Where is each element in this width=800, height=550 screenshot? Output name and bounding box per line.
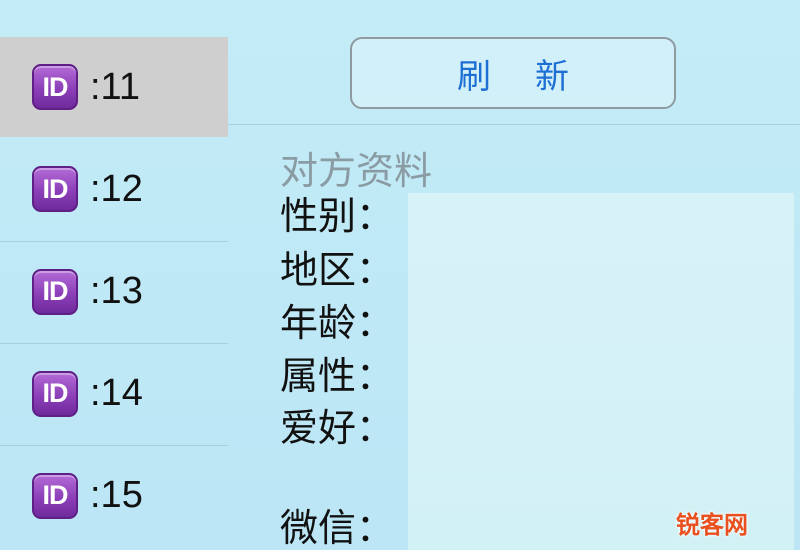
id-badge-icon: ID: [32, 370, 78, 417]
sidebar-item-label: :15: [90, 474, 143, 516]
sidebar-item-12[interactable]: ID :12: [0, 139, 228, 239]
field-label-gender: 性别：: [280, 194, 395, 238]
sidebar-item-label: :13: [90, 270, 143, 312]
id-sidebar: ID :11 ID :12 ID :13 ID :14 ID :15: [0, 0, 228, 550]
id-badge-icon: ID: [32, 268, 78, 315]
sidebar-item-label: :14: [90, 372, 143, 414]
field-label-attribute: 属性：: [280, 354, 395, 398]
sidebar-item-15[interactable]: ID :15: [0, 445, 228, 545]
sidebar-item-13[interactable]: ID :13: [0, 241, 228, 341]
id-badge-icon: ID: [32, 472, 78, 519]
sidebar-item-14[interactable]: ID :14: [0, 343, 228, 443]
sidebar-item-label: :12: [90, 167, 143, 210]
id-badge-icon: ID: [32, 166, 78, 212]
header-divider: [228, 124, 800, 125]
refresh-button[interactable]: 刷新: [350, 37, 676, 109]
field-label-age: 年龄：: [280, 301, 395, 345]
field-label-hobby: 爱好：: [280, 406, 395, 450]
field-label-region: 地区：: [280, 248, 395, 292]
id-badge-icon: ID: [32, 64, 78, 110]
sidebar-item-label: :11: [90, 65, 141, 108]
profile-title: 对方资料: [280, 149, 433, 193]
field-label-wechat: 微信：: [280, 506, 395, 550]
profile-values-panel: [408, 193, 794, 550]
watermark-logo: 锐客网: [676, 511, 748, 539]
sidebar-item-11[interactable]: ID :11: [0, 37, 228, 137]
